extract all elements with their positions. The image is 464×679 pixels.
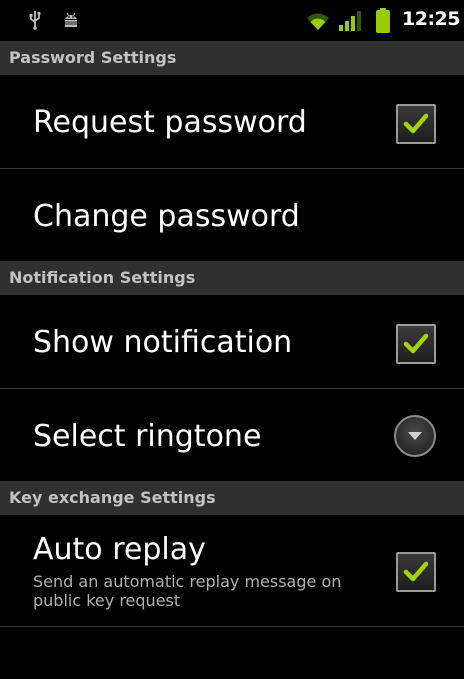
check-icon — [403, 113, 429, 134]
chevron-down-icon — [408, 432, 422, 440]
pref-show-notification[interactable]: Show notification — [0, 295, 464, 388]
signal-icon — [338, 10, 364, 36]
pref-title: Change password — [33, 199, 300, 234]
show-notification-checkbox[interactable] — [396, 324, 436, 364]
pref-auto-replay[interactable]: Auto replay Send an automatic replay mes… — [0, 515, 464, 626]
pref-title: Request password — [33, 105, 307, 140]
pref-title: Select ringtone — [33, 419, 262, 454]
divider — [0, 626, 464, 627]
pref-request-password[interactable]: Request password — [0, 75, 464, 168]
request-password-checkbox[interactable] — [396, 104, 436, 144]
pref-change-password[interactable]: Change password — [0, 169, 464, 260]
check-icon — [403, 333, 429, 354]
usb-icon — [28, 10, 42, 34]
pref-summary: Send an automatic replay message on publ… — [33, 572, 342, 610]
section-header-key-exchange: Key exchange Settings — [0, 481, 464, 515]
wifi-icon — [306, 11, 330, 35]
pref-select-ringtone[interactable]: Select ringtone — [0, 389, 464, 481]
android-debug-icon — [62, 11, 80, 33]
status-bar: 12:25 — [0, 0, 464, 41]
check-icon — [403, 561, 429, 582]
pref-title: Auto replay — [33, 532, 206, 567]
auto-replay-checkbox[interactable] — [396, 552, 436, 592]
ringtone-dropdown[interactable] — [394, 415, 436, 457]
battery-icon — [375, 8, 391, 38]
pref-title: Show notification — [33, 325, 293, 360]
section-header-notification: Notification Settings — [0, 261, 464, 295]
section-header-password: Password Settings — [0, 41, 464, 75]
status-time: 12:25 — [402, 8, 460, 30]
